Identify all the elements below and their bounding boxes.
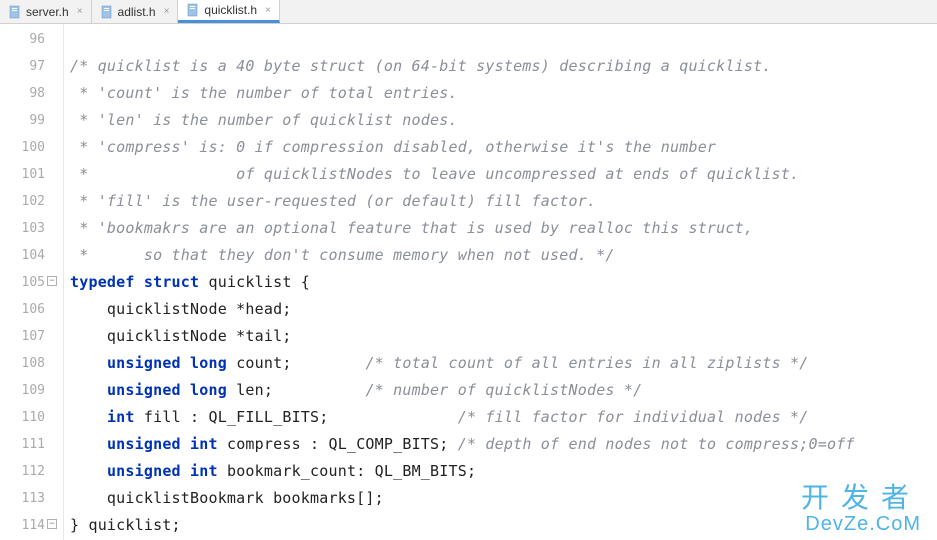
code-line: unsigned int bookmark_count: QL_BM_BITS; [70,458,937,485]
code-line [70,26,937,53]
code-line: quicklistNode *tail; [70,323,937,350]
editor: 96 97 98 99 100 101 102 103 104 105 106 … [0,24,937,540]
line-number: 107 [0,323,63,350]
line-number: 97 [0,53,63,80]
tab-label: server.h [26,5,69,19]
code-line: int fill : QL_FILL_BITS; /* fill factor … [70,404,937,431]
code-line: /* quicklist is a 40 byte struct (on 64-… [70,53,937,80]
line-number: 101 [0,161,63,188]
tab-server-h[interactable]: server.h × [0,0,92,23]
code-line: quicklistNode *head; [70,296,937,323]
code-line: unsigned int compress : QL_COMP_BITS; /*… [70,431,937,458]
code-line: * so that they don't consume memory when… [70,242,937,269]
close-icon[interactable]: × [164,6,170,17]
file-icon [100,5,114,19]
line-number: 99 [0,107,63,134]
code-line: unsigned long len; /* number of quicklis… [70,377,937,404]
code-line: } quicklist; [70,512,937,539]
tab-quicklist-h[interactable]: quicklist.h × [178,0,280,23]
line-number: 111 [0,431,63,458]
close-icon[interactable]: × [265,5,271,16]
line-number: 104 [0,242,63,269]
code-line: * 'fill' is the user-requested (or defau… [70,188,937,215]
line-number: 113 [0,485,63,512]
line-number: 98 [0,80,63,107]
code-line: * 'len' is the number of quicklist nodes… [70,107,937,134]
code-line: * of quicklistNodes to leave uncompresse… [70,161,937,188]
line-number: 100 [0,134,63,161]
line-number: 106 [0,296,63,323]
line-number: 108 [0,350,63,377]
code-area[interactable]: − − /* quicklist is a 40 byte struct (on… [64,24,937,540]
line-number: 112 [0,458,63,485]
fold-open-icon[interactable]: − [47,276,57,286]
code-line: * 'count' is the number of total entries… [70,80,937,107]
code-line: quicklistBookmark bookmarks[]; [70,485,937,512]
line-number: 102 [0,188,63,215]
code-line: unsigned long count; /* total count of a… [70,350,937,377]
code-line: typedef struct quicklist { [70,269,937,296]
line-number: 109 [0,377,63,404]
line-number: 103 [0,215,63,242]
code-line: * 'compress' is: 0 if compression disabl… [70,134,937,161]
code-line: * 'bookmakrs are an optional feature tha… [70,215,937,242]
line-number: 96 [0,26,63,53]
tab-label: quicklist.h [204,3,257,17]
tab-label: adlist.h [118,5,156,19]
file-icon [186,3,200,17]
close-icon[interactable]: × [77,6,83,17]
tab-adlist-h[interactable]: adlist.h × [92,0,179,23]
tab-bar: server.h × adlist.h × quicklist.h × [0,0,937,24]
file-icon [8,5,22,19]
line-number: 110 [0,404,63,431]
fold-close-icon[interactable]: − [47,519,57,529]
